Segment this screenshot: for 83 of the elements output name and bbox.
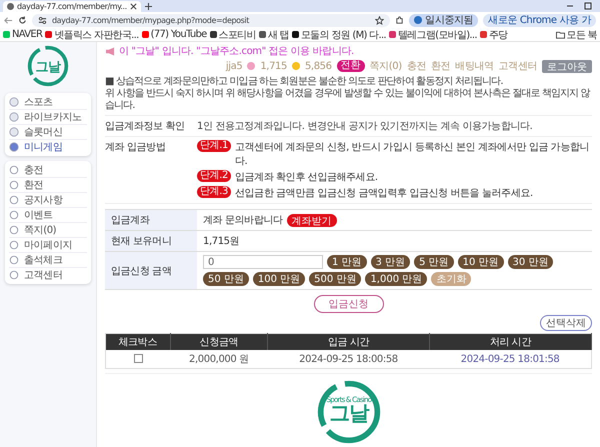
section-label: 입금계좌정보 확인	[105, 120, 186, 133]
bookmark-item[interactable]: (77) YouTube	[142, 29, 207, 40]
url-text: dayday-77.com/member/mypage.php?mode=deposit	[52, 16, 250, 24]
amount-button[interactable]: 500 만원	[309, 272, 362, 286]
game-menu-item[interactable]: 스포츠	[9, 95, 87, 110]
form-label: 입금계좌	[105, 210, 197, 230]
convert-button[interactable]: 전환	[336, 60, 365, 72]
amount-button[interactable]: 1 만원	[327, 255, 367, 269]
update-button[interactable]: 새로운 Chrome 사용 가	[483, 14, 596, 26]
section-label: 계좌 입금방법	[105, 141, 166, 155]
star-icon[interactable]	[375, 16, 384, 24]
step-text: 입금계좌 확인후 선입금해주세요.	[234, 171, 378, 184]
sidebar-menu-item[interactable]: 공지사항	[9, 193, 87, 208]
all-bookmarks-button[interactable]: 모든 북	[556, 28, 597, 41]
deposit-request-button[interactable]: 입금신청	[314, 295, 384, 313]
sidebar-menu-item[interactable]: 이벤트	[9, 208, 87, 223]
step-badge: 단계.1	[197, 140, 231, 152]
column-header: 신청금액	[170, 334, 268, 350]
address-field[interactable]: dayday-77.com/member/mypage.php?mode=deposit	[32, 14, 390, 26]
bookmark-item[interactable]: 텔레그램(모바일)...	[388, 28, 477, 41]
sidebar-menu-item[interactable]: 마이페이지	[9, 238, 87, 253]
folder-icon	[556, 30, 565, 38]
notice-text: 위 사항을 반드시 숙지 하시며 위 해당사항을 어겼을 경우에 발생할 수 있는 불이익에 대하여 본사측은 절대로 책임지지 않습니다.	[105, 88, 592, 112]
amount-button[interactable]: 5 만원	[414, 255, 454, 269]
table-cell: 2024-09-25 18:00:58	[268, 350, 430, 368]
step-text: 선입금한 금액만큼 입금신청 금액입력후 입금신청 버튼을 눌러주세요.	[234, 187, 533, 200]
step-badge: 단계.3	[197, 186, 231, 198]
amount-button[interactable]: 100 만원	[252, 272, 306, 286]
point-icon	[247, 62, 256, 70]
avatar-icon	[414, 16, 422, 24]
announcement-text: 이 "그날" 입니다. "그날주소.com" 접은 이용 바랍니다.	[119, 45, 354, 58]
amount-button[interactable]: 3 만원	[370, 255, 410, 269]
column-header: 입금 시간	[268, 334, 430, 350]
coin-icon	[292, 62, 300, 70]
puzzle-icon[interactable]	[395, 16, 404, 24]
account-info-text: 1인 전용고정계좌입니다. 변경안내 공지가 있기전까지는 계속 이용가능합니다.	[197, 120, 532, 133]
profile-button[interactable]: 일시중지됨	[409, 14, 478, 26]
form-label: 현재 보유머니	[105, 231, 197, 251]
bookmark-item[interactable]: 모둘의 정원 (M) 다...	[292, 28, 386, 41]
balance-value: 1,715원	[203, 235, 240, 248]
maximize-icon[interactable]	[584, 2, 592, 10]
sidebar-menu-item[interactable]: 환전	[9, 178, 87, 193]
close-icon[interactable]	[130, 3, 137, 10]
table-cell: 2,000,000 원	[170, 350, 268, 368]
game-menu-item[interactable]: 미니게임	[9, 140, 87, 154]
tab-title: dayday-77.com/member/my...	[17, 2, 127, 11]
bookmark-item[interactable]: 주당	[480, 28, 508, 41]
column-header: 처리 시간	[429, 334, 592, 350]
amount-button[interactable]: 50 만원	[203, 272, 249, 286]
get-account-button[interactable]: 계좌받기	[286, 214, 337, 226]
bookmark-item[interactable]: NAVER	[3, 29, 42, 40]
sidebar-menu-item[interactable]: 고객센터	[9, 268, 87, 282]
amount-button[interactable]: 1,000 만원	[365, 272, 428, 286]
money-value: 5,856	[304, 60, 332, 72]
amount-input[interactable]: 0	[203, 255, 323, 269]
row-checkbox[interactable]	[134, 354, 142, 364]
bookmark-item[interactable]: 새 탭	[258, 28, 289, 41]
step-text: 고객센터에 계좌문의 신청, 반드시 가입시 등록하신 본인 계좌에서만 입금 가능합니다.	[234, 141, 590, 168]
back-arrow-icon[interactable]	[4, 16, 13, 24]
bookmark-item[interactable]: 스포티비	[210, 28, 256, 41]
amount-button[interactable]: 10 만원	[458, 255, 504, 269]
username: jja5	[226, 60, 242, 72]
delete-selected-button[interactable]: 선택삭제	[540, 315, 592, 331]
game-menu-item[interactable]: 슬롯머신	[9, 125, 87, 140]
site-settings-icon[interactable]	[38, 16, 47, 24]
column-header: 체크박스	[106, 334, 170, 350]
sidebar-menu-item[interactable]: 출석체크	[9, 253, 87, 268]
reload-icon[interactable]	[18, 16, 27, 24]
game-menu-item[interactable]: 라이브카지노	[9, 110, 87, 125]
amount-button[interactable]: 30 만원	[508, 255, 554, 269]
sidebar-menu-item[interactable]: 충전	[9, 163, 87, 178]
bookmark-item[interactable]: 넷플릭스 자판한국...	[45, 28, 139, 41]
new-tab-icon[interactable]	[144, 3, 152, 10]
account-text: 계좌 문의바랍니다	[203, 214, 283, 227]
step-badge: 단계.2	[197, 170, 231, 182]
megaphone-icon	[105, 46, 116, 56]
browser-tab[interactable]: dayday-77.com/member/my...	[3, 1, 141, 12]
globe-icon	[7, 3, 14, 10]
notice-text: ■ 상습적으로 계좌문의만하고 미입금 하는 회원분은 불순한 의도로 판단하여 활동정지 처리됩니다.	[105, 76, 504, 88]
points-value: 1,715	[260, 60, 287, 72]
sidebar-menu-item[interactable]: 쪽지(0)	[9, 223, 87, 238]
form-label: 입금신청 금액	[105, 252, 197, 289]
table-cell: 2024-09-25 18:01:58	[429, 350, 592, 368]
